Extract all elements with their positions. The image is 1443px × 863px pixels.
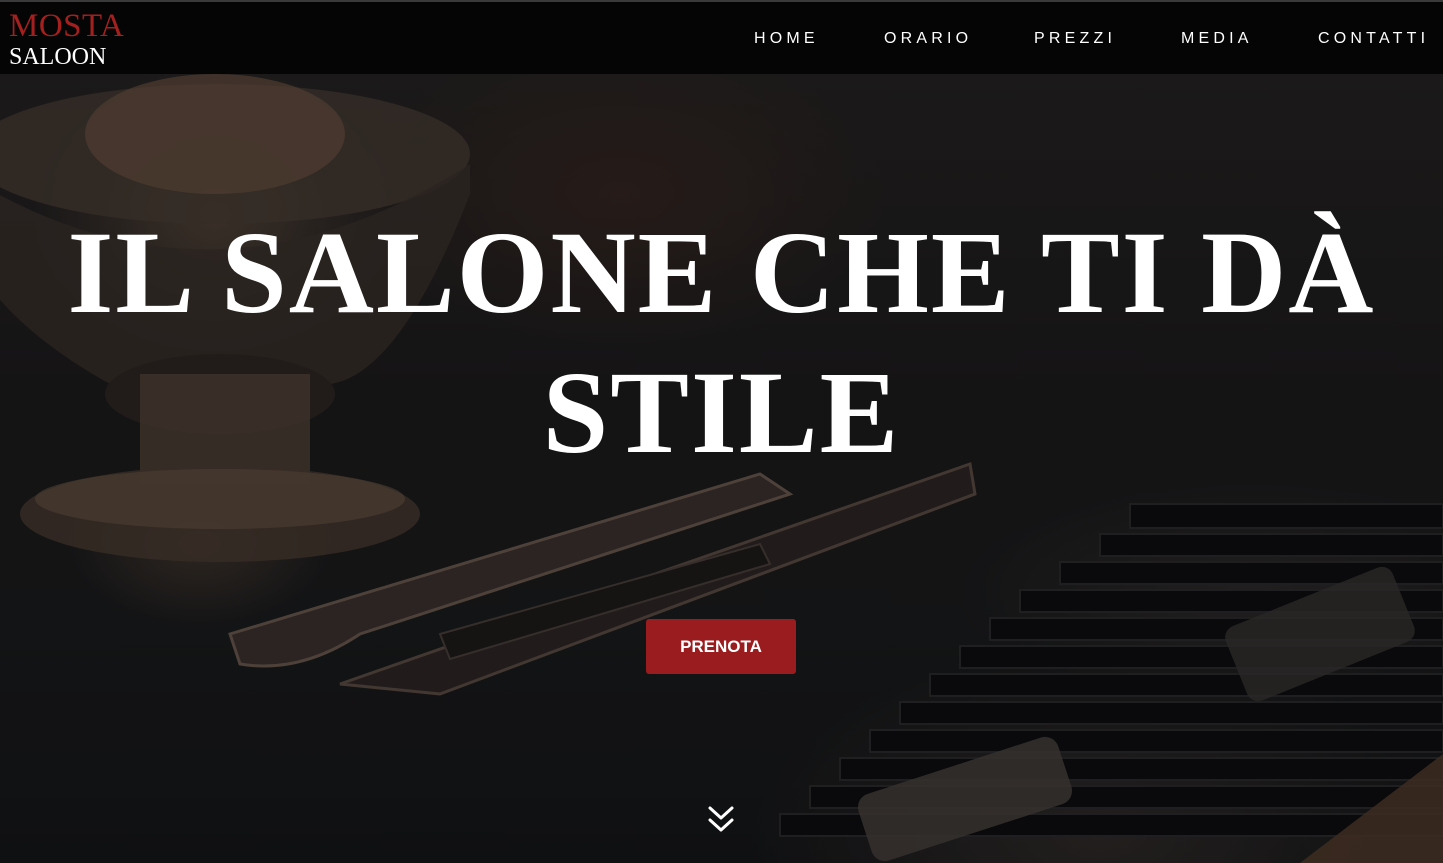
brand-line-1: MOSTA <box>9 8 125 44</box>
hero-headline-line-2: STILE <box>542 347 901 478</box>
nav-item-contatti[interactable]: CONTATTI <box>1318 30 1429 48</box>
nav-item-prezzi[interactable]: PREZZI <box>1034 30 1116 48</box>
hero-headline: IL SALONE CHE TI DÀ STILE <box>0 203 1443 483</box>
brand-logo[interactable]: MOSTA SALOON <box>9 8 125 70</box>
brand-line-2: SALOON <box>9 44 107 70</box>
book-button[interactable]: PRENOTA <box>646 619 796 674</box>
nav-item-media[interactable]: MEDIA <box>1181 30 1253 48</box>
nav-item-orario[interactable]: ORARIO <box>884 30 972 48</box>
double-chevron-down-icon[interactable] <box>707 804 735 836</box>
page: MOSTA SALOON HOME ORARIO PREZZI MEDIA CO… <box>0 0 1443 863</box>
top-navbar: MOSTA SALOON HOME ORARIO PREZZI MEDIA CO… <box>0 0 1443 74</box>
hero-headline-line-1: IL SALONE CHE TI DÀ <box>67 207 1376 338</box>
nav-item-home[interactable]: HOME <box>754 30 819 48</box>
